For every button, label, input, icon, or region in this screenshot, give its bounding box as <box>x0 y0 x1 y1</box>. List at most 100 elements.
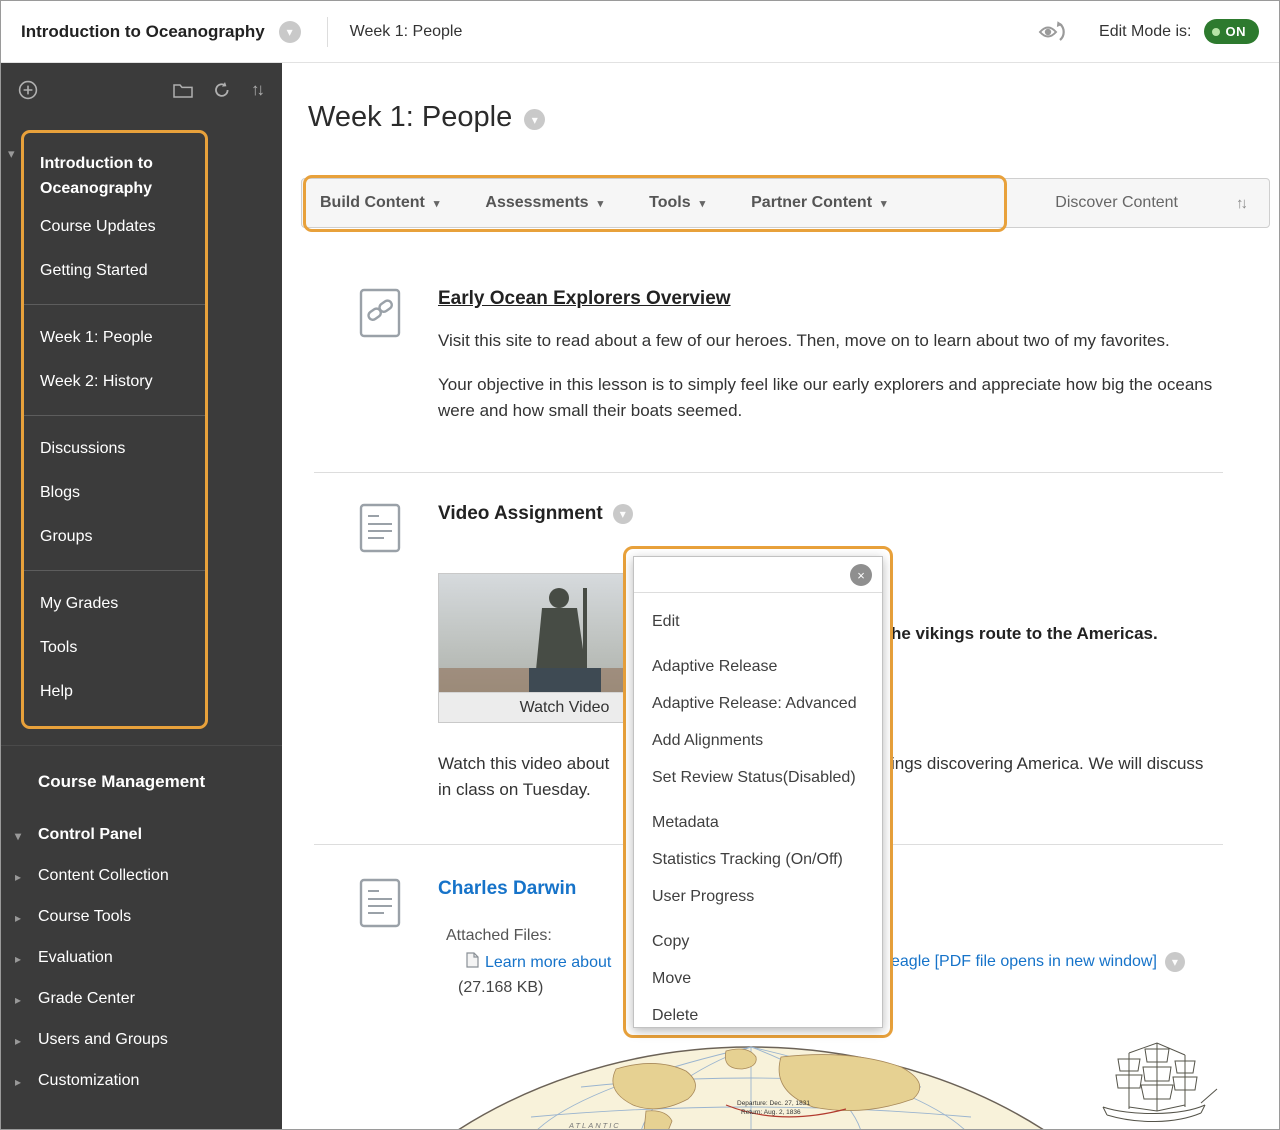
refresh-icon[interactable] <box>213 81 231 99</box>
chevron-right-icon: ▸ <box>15 1031 21 1052</box>
menu-item-statistics-tracking[interactable]: Statistics Tracking (On/Off) <box>634 841 882 878</box>
menu-item-metadata[interactable]: Metadata <box>634 804 882 841</box>
map-ocean-label: ATLANTIC <box>568 1121 621 1130</box>
menu-item-edit[interactable]: Edit <box>634 603 882 640</box>
sidebar-item-course-home[interactable]: Introduction to Oceanography <box>24 141 205 205</box>
page-title-dropdown-icon[interactable]: ▾ <box>524 109 545 130</box>
menu-divider <box>24 304 205 305</box>
edit-mode-toggle[interactable]: ON <box>1204 19 1260 44</box>
build-content-label: Build Content <box>320 194 425 212</box>
attached-files-label: Attached Files: <box>446 927 552 945</box>
menu-item-adaptive-release[interactable]: Adaptive Release <box>634 648 882 685</box>
text-fragment: Watch this video about <box>438 751 609 777</box>
item-title-link[interactable]: Early Ocean Explorers Overview <box>438 288 731 309</box>
file-icon <box>466 952 479 973</box>
menu-item-add-alignments[interactable]: Add Alignments <box>634 722 882 759</box>
student-preview-icon[interactable] <box>1037 19 1071 45</box>
menu-item-move[interactable]: Move <box>634 960 882 997</box>
chevron-right-icon: ▸ <box>15 867 21 888</box>
collapse-caret-icon[interactable]: ▾ <box>8 146 15 162</box>
item-icon-column <box>314 288 438 424</box>
edit-mode-label: Edit Mode is: <box>1099 23 1191 41</box>
item-label: Content Collection <box>38 867 169 884</box>
sidebar-item-content-collection[interactable]: ▸ Content Collection <box>1 855 282 896</box>
chevron-down-icon: ▾ <box>700 197 706 210</box>
item-title: Video Assignment <box>438 503 603 525</box>
ship-illustration <box>1089 1041 1219 1130</box>
sidebar-item-groups[interactable]: Groups <box>24 515 205 559</box>
sidebar: ↑↓ ▾ Introduction to Oceanography Course… <box>1 63 282 1130</box>
item-label: Evaluation <box>38 949 113 966</box>
discover-content-button[interactable]: Discover Content <box>1055 194 1178 212</box>
sidebar-item-evaluation[interactable]: ▸ Evaluation <box>1 937 282 978</box>
menu-item-user-progress[interactable]: User Progress <box>634 878 882 915</box>
menu-divider <box>24 415 205 416</box>
folder-view-icon[interactable] <box>173 82 193 98</box>
course-title-dropdown-icon[interactable]: ▾ <box>279 21 301 43</box>
course-management-heading: Course Management <box>1 772 282 814</box>
sidebar-item-discussions[interactable]: Discussions <box>24 427 205 471</box>
item-label: Course Tools <box>38 908 131 925</box>
application-window: Introduction to Oceanography ▾ Week 1: P… <box>0 0 1280 1130</box>
sidebar-item-users-and-groups[interactable]: ▸ Users and Groups <box>1 1019 282 1060</box>
item-paragraph: Your objective in this lesson is to simp… <box>438 372 1223 424</box>
reorder-icon[interactable]: ↑↓ <box>251 80 262 100</box>
header-divider <box>327 17 328 47</box>
sidebar-item-tools[interactable]: Tools <box>24 626 205 670</box>
document-icon <box>359 503 401 558</box>
sidebar-item-course-tools[interactable]: ▸ Course Tools <box>1 896 282 937</box>
item-label: Customization <box>38 1072 139 1089</box>
build-content-button[interactable]: Build Content ▾ <box>320 194 439 212</box>
item-options-chevron-icon[interactable]: ▾ <box>613 504 633 524</box>
pdf-link-fragment[interactable]: Learn more about <box>485 954 611 972</box>
content-item-early-ocean-explorers: Early Ocean Explorers Overview Visit thi… <box>314 258 1223 473</box>
context-menu-header: × <box>634 557 882 593</box>
sort-icon[interactable]: ↑↓ <box>1236 195 1245 212</box>
context-menu-group: Copy Move Delete <box>634 923 882 1027</box>
pdf-link-fragment[interactable]: eagle [PDF file opens in new window] <box>891 953 1157 971</box>
add-menu-item-icon[interactable] <box>18 80 38 100</box>
course-management-section: Course Management ▾ Control Panel ▸ Cont… <box>1 745 282 1101</box>
pdf-link-fragment-right: eagle [PDF file opens in new window] ▾ <box>891 952 1185 972</box>
tools-button[interactable]: Tools ▾ <box>649 194 705 212</box>
chevron-right-icon: ▸ <box>15 949 21 970</box>
partner-content-button[interactable]: Partner Content ▾ <box>751 194 886 212</box>
top-bar: Introduction to Oceanography ▾ Week 1: P… <box>1 1 1279 63</box>
text-fragment: ings discovering America. We will discus… <box>891 751 1203 777</box>
sidebar-item-course-updates[interactable]: Course Updates <box>24 205 205 249</box>
map-return-text: Return: Aug. 2, 1836 <box>741 1109 801 1116</box>
menu-item-delete[interactable]: Delete <box>634 997 882 1027</box>
menu-divider <box>24 570 205 571</box>
sidebar-item-my-grades[interactable]: My Grades <box>24 582 205 626</box>
context-menu: × Edit Adaptive Release Adaptive Release… <box>633 556 883 1028</box>
assessments-button[interactable]: Assessments ▾ <box>485 194 603 212</box>
context-menu-group: Metadata Statistics Tracking (On/Off) Us… <box>634 804 882 915</box>
sidebar-item-getting-started[interactable]: Getting Started <box>24 249 205 293</box>
item-label: Users and Groups <box>38 1031 168 1048</box>
text-fragment: he vikings route to the Americas. <box>891 621 1158 647</box>
course-title: Introduction to Oceanography <box>21 22 265 42</box>
sidebar-item-grade-center[interactable]: ▸ Grade Center <box>1 978 282 1019</box>
menu-item-copy[interactable]: Copy <box>634 923 882 960</box>
menu-item-set-review-status[interactable]: Set Review Status(Disabled) <box>634 759 882 796</box>
close-icon[interactable]: × <box>850 564 872 586</box>
item-title-link[interactable]: Charles Darwin <box>438 878 576 900</box>
context-menu-highlight-box: × Edit Adaptive Release Adaptive Release… <box>623 546 893 1038</box>
document-icon <box>359 878 401 933</box>
sidebar-item-week2-history[interactable]: Week 2: History <box>24 360 205 404</box>
file-size: (27.168 KB) <box>458 979 543 997</box>
chevron-right-icon: ▸ <box>15 990 21 1011</box>
sidebar-item-week1-people[interactable]: Week 1: People <box>24 316 205 360</box>
action-bar: Build Content ▾ Assessments ▾ Tools ▾ Pa… <box>301 178 1270 228</box>
tools-label: Tools <box>649 194 690 212</box>
page-title: Week 1: People <box>308 101 512 134</box>
sidebar-item-blogs[interactable]: Blogs <box>24 471 205 515</box>
menu-item-adaptive-release-advanced[interactable]: Adaptive Release: Advanced <box>634 685 882 722</box>
chevron-down-icon: ▾ <box>598 197 604 210</box>
page-title-row: Week 1: People ▾ <box>282 63 1279 134</box>
chevron-right-icon: ▸ <box>15 1072 21 1093</box>
sidebar-item-control-panel[interactable]: ▾ Control Panel <box>1 814 282 855</box>
sidebar-item-help[interactable]: Help <box>24 670 205 714</box>
sidebar-item-customization[interactable]: ▸ Customization <box>1 1060 282 1101</box>
link-options-chevron-icon[interactable]: ▾ <box>1165 952 1185 972</box>
